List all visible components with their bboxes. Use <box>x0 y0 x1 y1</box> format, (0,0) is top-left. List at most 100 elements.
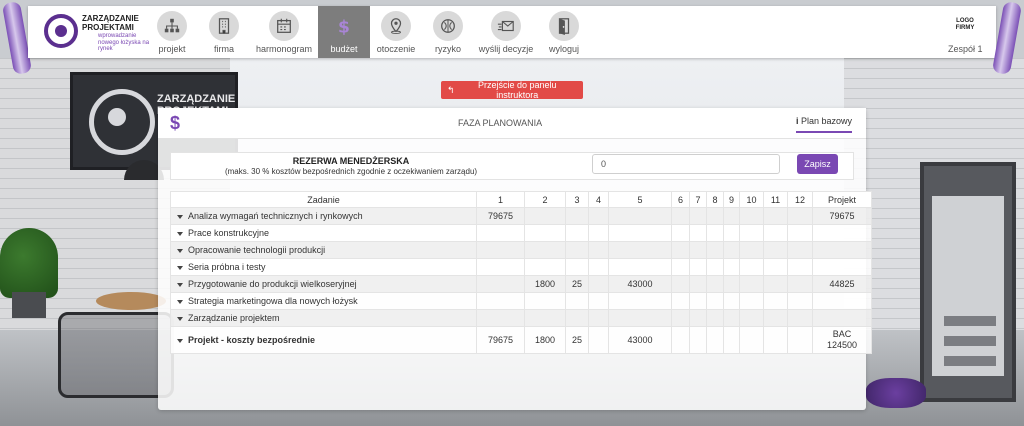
brand-logo: ZARZĄDZANIE PROJEKTAMI wprowadzanie nowe… <box>44 12 154 54</box>
month-cost-cell <box>739 309 764 327</box>
reserve-title: REZERWA MENEDŻERSKA <box>292 156 410 166</box>
month-cost-cell <box>787 309 813 327</box>
month-cost-cell <box>671 241 690 259</box>
month-cost-cell <box>608 207 672 225</box>
month-cost-cell <box>706 224 724 242</box>
total-label-cell[interactable]: Projekt - koszty bezpośrednie <box>170 326 477 354</box>
column-header: 8 <box>706 191 724 208</box>
management-reserve: REZERWA MENEDŻERSKA (maks. 30 % kosztów … <box>170 152 854 180</box>
month-cost-cell <box>608 224 672 242</box>
column-header: 11 <box>763 191 788 208</box>
month-cost-cell <box>689 224 707 242</box>
bac-value: 124500 <box>826 340 858 350</box>
instructor-panel-button[interactable]: ↰ Przejście do panelu instruktora <box>441 80 583 100</box>
nav-item-otoczenie[interactable]: otoczenie <box>370 6 422 58</box>
month-cost-cell <box>588 292 609 310</box>
nav-label: wyślij decyzje <box>478 44 534 54</box>
brand-title: ZARZĄDZANIE PROJEKTAMI <box>82 14 139 32</box>
reserve-subtitle: (maks. 30 % kosztów bezpośrednich zgodni… <box>224 167 478 176</box>
project-total-cell <box>812 258 872 276</box>
month-cost-cell <box>524 207 566 225</box>
project-total-cell <box>812 241 872 259</box>
tab-label: Plan bazowy <box>801 116 853 126</box>
month-cost-cell <box>706 275 724 293</box>
month-cost-cell <box>671 258 690 276</box>
safe-shelf <box>944 356 996 366</box>
nav-label: otoczenie <box>376 44 416 54</box>
project-total-cell: 79675 <box>812 207 872 225</box>
nav-item-wyloguj[interactable]: wyloguj <box>538 6 590 58</box>
month-cost-cell <box>739 241 764 259</box>
cost-table: Zadanie 1 2 3 4 5 6 7 8 9 10 11 12 Proje… <box>170 191 872 354</box>
total-row: Projekt - koszty bezpośrednie 79675 1800… <box>170 326 872 354</box>
month-cost-cell <box>706 241 724 259</box>
instructor-panel-label: Przejście do panelu instruktora <box>477 80 557 100</box>
nav-item-ryzyko[interactable]: ryzyko <box>422 6 474 58</box>
expand-caret-icon <box>177 338 183 343</box>
column-header: Projekt <box>812 191 872 208</box>
month-cost-cell <box>763 292 788 310</box>
send-mail-icon <box>491 11 521 41</box>
svg-text:$: $ <box>338 17 350 35</box>
table-row: Strategia marketingowa dla nowych łożysk <box>170 292 872 310</box>
month-cost-cell <box>524 224 566 242</box>
task-name-cell[interactable]: Analiza wymagań technicznych i rynkowych <box>170 207 477 225</box>
month-cost-cell <box>476 309 525 327</box>
safe-shelf <box>944 336 996 346</box>
expand-caret-icon <box>177 282 183 287</box>
brand-logo-icon <box>44 14 78 48</box>
month-cost-cell <box>787 241 813 259</box>
background-chair <box>58 312 174 398</box>
nav-item-budzet[interactable]: $ budżet <box>318 6 370 58</box>
month-cost-cell <box>608 241 672 259</box>
task-name-cell[interactable]: Przygotowanie do produkcji wielkoseryjne… <box>170 275 477 293</box>
month-cost-cell <box>689 258 707 276</box>
task-name-cell[interactable]: Strategia marketingowa dla nowych łożysk <box>170 292 477 310</box>
save-button[interactable]: Zapisz <box>797 154 838 174</box>
task-name: Strategia marketingowa dla nowych łożysk <box>188 296 358 306</box>
month-cost-cell <box>723 207 740 225</box>
undo-arrow-icon: ↰ <box>447 84 455 95</box>
task-name: Zarządzanie projektem <box>188 313 280 323</box>
month-cost-cell <box>608 292 672 310</box>
total-cell <box>671 326 690 354</box>
task-name-cell[interactable]: Prace konstrukcyjne <box>170 224 477 242</box>
month-cost-cell <box>476 258 525 276</box>
month-cost-cell <box>739 207 764 225</box>
column-header: 10 <box>739 191 764 208</box>
task-name-cell[interactable]: Opracowanie technologii produkcji <box>170 241 477 259</box>
month-cost-cell <box>763 207 788 225</box>
month-cost-cell <box>787 258 813 276</box>
nav-item-harmonogram[interactable]: harmonogram <box>250 6 318 58</box>
project-total-cell <box>812 292 872 310</box>
nav-item-firma[interactable]: firma <box>198 6 250 58</box>
month-cost-cell <box>671 275 690 293</box>
safe-shelf <box>944 316 996 326</box>
month-cost-cell <box>565 309 589 327</box>
total-cell: 25 <box>565 326 589 354</box>
phase-title: FAZA PLANOWANIA <box>458 118 543 128</box>
building-icon <box>209 11 239 41</box>
month-cost-cell <box>524 258 566 276</box>
info-icon: i <box>796 116 799 126</box>
reserve-input[interactable] <box>592 154 780 174</box>
month-cost-cell <box>689 292 707 310</box>
total-cell <box>787 326 813 354</box>
nav-label: wyloguj <box>548 44 579 54</box>
project-total-cell: 44825 <box>812 275 872 293</box>
task-name: Przygotowanie do produkcji wielkoseryjne… <box>188 279 357 289</box>
task-name-cell[interactable]: Seria próbna i testy <box>170 258 477 276</box>
nav-item-projekt[interactable]: projekt <box>146 6 198 58</box>
month-cost-cell <box>524 309 566 327</box>
location-pin-icon <box>381 11 411 41</box>
expand-caret-icon <box>177 248 183 253</box>
column-header: 1 <box>476 191 525 208</box>
task-name-cell[interactable]: Zarządzanie projektem <box>170 309 477 327</box>
tab-plan-bazowy[interactable]: i Plan bazowy <box>796 116 853 133</box>
month-cost-cell <box>739 224 764 242</box>
month-cost-cell <box>588 207 609 225</box>
task-name: Seria próbna i testy <box>188 262 266 272</box>
table-row: Opracowanie technologii produkcji <box>170 241 872 259</box>
nav-item-wyslij-decyzje[interactable]: wyślij decyzje <box>474 6 538 58</box>
table-row: Seria próbna i testy <box>170 258 872 276</box>
